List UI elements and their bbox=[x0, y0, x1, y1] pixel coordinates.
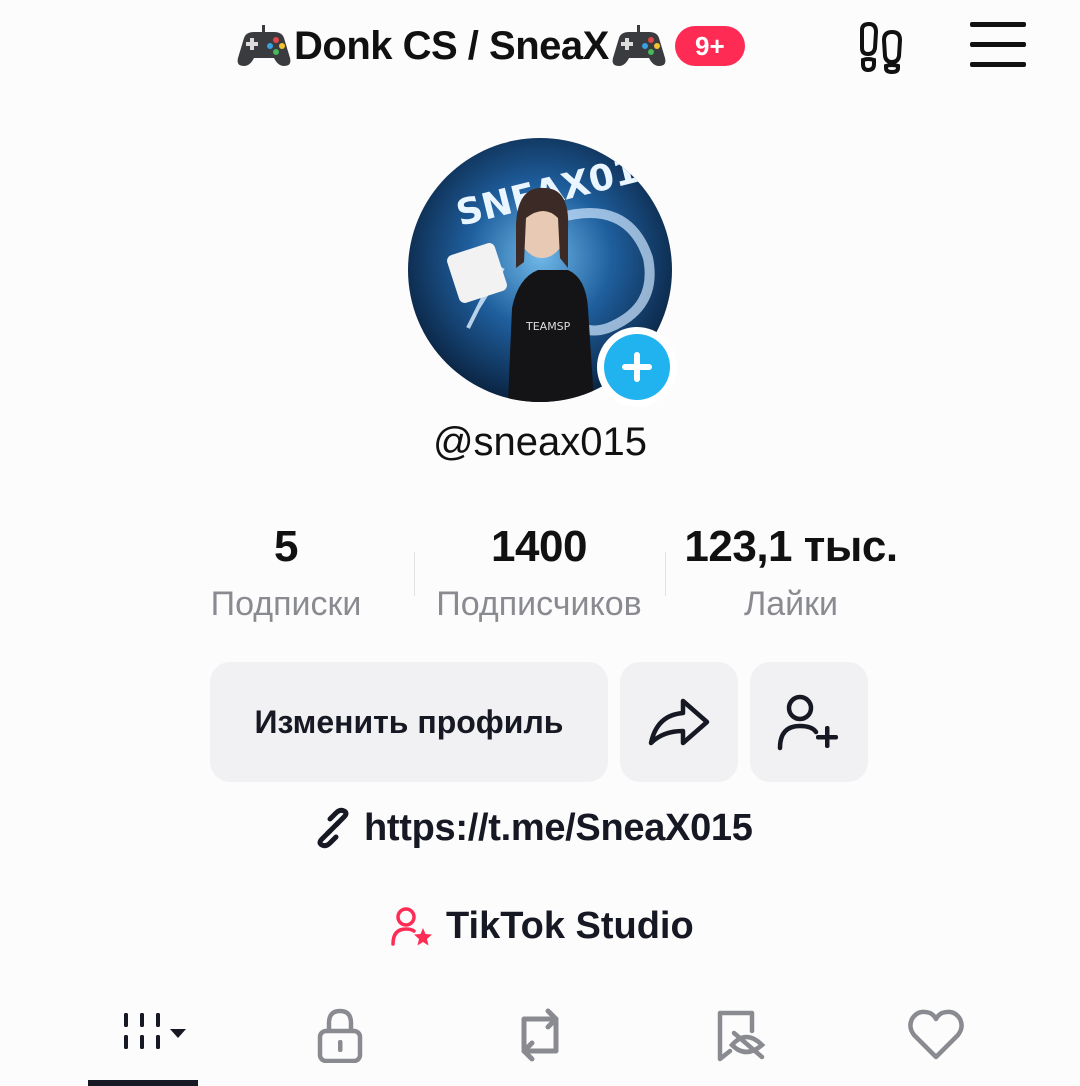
profile-header: Donk CS / SneaX 9+ bbox=[0, 0, 1080, 96]
following-label: Подписки bbox=[210, 585, 362, 623]
bookmark-eye-icon bbox=[717, 1010, 766, 1062]
repost-icon bbox=[521, 1008, 559, 1062]
lock-icon bbox=[317, 1008, 363, 1063]
svg-text:TEAMSP: TEAMSP bbox=[525, 320, 571, 333]
grid-dropdown-icon bbox=[124, 1013, 186, 1049]
notification-badge: 9+ bbox=[674, 26, 745, 66]
tab-favorites[interactable] bbox=[700, 1000, 780, 1070]
link-icon bbox=[317, 807, 349, 849]
add-friend-button[interactable] bbox=[750, 662, 868, 782]
following-count: 5 bbox=[274, 522, 298, 571]
tiktok-studio-label: TikTok Studio bbox=[446, 904, 694, 947]
tab-liked[interactable] bbox=[896, 1000, 976, 1070]
followers-label: Подписчиков bbox=[436, 585, 642, 623]
tab-private[interactable] bbox=[300, 1000, 380, 1070]
stat-following[interactable]: 5 Подписки bbox=[186, 520, 386, 624]
gamepad-icon bbox=[612, 25, 666, 66]
plus-icon bbox=[622, 352, 652, 382]
share-arrow-icon bbox=[648, 698, 710, 746]
account-title: Donk CS / SneaX bbox=[294, 23, 609, 68]
stat-followers[interactable]: 1400 Подписчиков bbox=[414, 520, 664, 624]
followers-count: 1400 bbox=[491, 522, 587, 571]
tab-videos-grid[interactable] bbox=[100, 1000, 200, 1070]
bio-link[interactable]: https://t.me/SneaX015 bbox=[312, 800, 753, 856]
add-avatar-button[interactable] bbox=[597, 327, 677, 407]
likes-label: Лайки bbox=[743, 585, 839, 623]
footprint-icon[interactable] bbox=[856, 22, 912, 74]
share-profile-button[interactable] bbox=[620, 662, 738, 782]
add-user-icon bbox=[777, 694, 838, 751]
tab-reposts[interactable] bbox=[500, 1000, 580, 1070]
edit-profile-button[interactable]: Изменить профиль bbox=[210, 662, 608, 782]
hamburger-menu-icon[interactable] bbox=[970, 22, 1026, 68]
stat-likes[interactable]: 123,1 тыс. Лайки bbox=[666, 520, 916, 624]
heart-icon bbox=[908, 1009, 964, 1060]
active-tab-indicator bbox=[88, 1080, 198, 1086]
likes-count: 123,1 тыс. bbox=[684, 522, 898, 571]
username: @sneax015 bbox=[432, 420, 648, 464]
studio-user-star-icon bbox=[391, 907, 432, 946]
bio-link-text: https://t.me/SneaX015 bbox=[364, 806, 753, 849]
account-switcher[interactable]: Donk CS / SneaX 9+ bbox=[236, 14, 745, 78]
gamepad-icon bbox=[237, 25, 291, 66]
tiktok-studio-link[interactable]: TikTok Studio bbox=[390, 898, 694, 954]
